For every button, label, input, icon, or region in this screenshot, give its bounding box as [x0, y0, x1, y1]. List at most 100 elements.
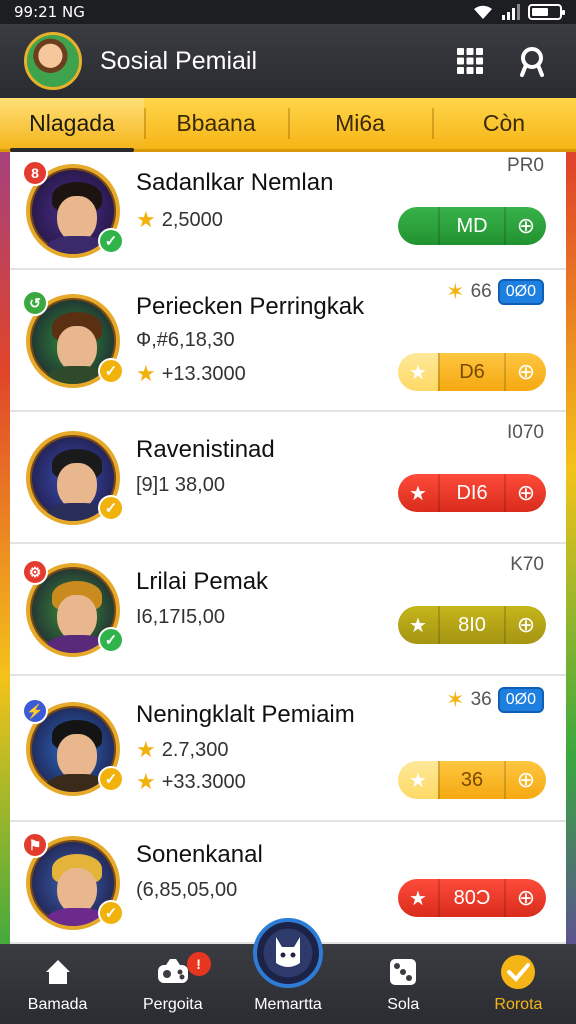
stat-value: Ф,#6,18,30 [136, 329, 235, 351]
player-avatar[interactable]: ✓ [26, 431, 124, 525]
player-avatar[interactable]: 8 ✓ [22, 160, 124, 258]
rank-badge: 8 [22, 160, 48, 186]
action-pill-button[interactable]: ★ 80Ɔ ⊕ [398, 879, 546, 917]
plus-icon: ⊕ [516, 885, 536, 910]
plus-icon: ⊕ [506, 761, 546, 799]
action-pill-button[interactable]: MD ⊕ [398, 207, 546, 245]
tab-0[interactable]: Nlagada [0, 98, 144, 152]
plus-icon: ⊕ [516, 480, 536, 505]
nav-label: Pergoita [143, 996, 203, 1013]
plus-icon: ⊕ [506, 353, 546, 391]
star-icon: ★ [136, 769, 156, 794]
player-avatar[interactable]: ⚡ ✓ [22, 698, 124, 796]
player-stat-secondary: ★ +13.3000 [136, 361, 246, 387]
stat-value: (6,85,05,00 [136, 879, 238, 901]
center-action-button[interactable] [253, 918, 323, 988]
profile-avatar[interactable] [24, 32, 82, 90]
rank-info: ✶ 66 0Ø0 [446, 279, 544, 305]
action-pill-button[interactable]: ★ DI6 ⊕ [398, 474, 546, 512]
mascot-icon [276, 937, 300, 967]
sparkle-icon: ✶ [446, 687, 465, 712]
nav-label: Sola [387, 996, 420, 1013]
player-stat-primary: Ф,#6,18,30 [136, 329, 235, 352]
stat-value: 2,5000 [161, 208, 223, 231]
nav-item-home[interactable]: Bamada [0, 944, 115, 1024]
stat-value: I6,17I5,00 [136, 606, 225, 628]
player-name: Lrilai Pemak [136, 568, 269, 595]
status-bar: 99:21 NG [0, 0, 576, 24]
signal-icon [502, 4, 520, 20]
star-icon: ★ [409, 482, 427, 505]
grid-icon [457, 48, 483, 74]
rank-value: I070 [507, 422, 544, 443]
star-icon: ★ [136, 207, 156, 232]
rank-info: PR0 [507, 155, 544, 177]
player-stat-primary: ★ 2,5000 [136, 207, 223, 233]
nav-item-center[interactable]: Memartta [230, 918, 345, 1024]
player-name: Ravenistinad [136, 436, 275, 463]
controller-icon [157, 959, 188, 983]
search-icon [520, 47, 544, 77]
player-stat-secondary: ★ +33.3000 [136, 769, 246, 795]
nav-label: Bamada [27, 996, 88, 1013]
check-icon [501, 955, 536, 989]
star-icon: ★ [409, 887, 427, 910]
player-list: 8 ✓ Sadanlkar Nemlan ★ 2,5000 PR0 MD ⊕ ↺ [10, 152, 566, 944]
verified-badge: ✓ [98, 627, 124, 653]
rank-badge: ⚑ [22, 832, 48, 858]
status-time: 99:21 NG [14, 3, 85, 21]
stat-value: [9]1 38,00 [136, 474, 225, 496]
nav-label: Rorota [494, 996, 543, 1013]
player-stat-primary: [9]1 38,00 [136, 474, 225, 497]
tab-label: Mi6a [335, 110, 385, 136]
list-item[interactable]: ✓ Ravenistinad [9]1 38,00 I070 ★ DI6 ⊕ [10, 412, 566, 544]
player-name: Periecken Perringkak [136, 293, 365, 320]
tab-label: Còn [482, 110, 526, 136]
nav-item-dice[interactable]: Sola [346, 944, 461, 1024]
grid-menu-button[interactable] [450, 41, 490, 81]
list-item[interactable]: ⚙ ✓ Lrilai Pemak I6,17I5,00 K70 ★ 8I0 ⊕ [10, 544, 566, 676]
player-stat-primary: I6,17I5,00 [136, 606, 225, 629]
action-pill-button[interactable]: ★ 36 ⊕ [398, 761, 546, 799]
rank-value: K70 [510, 554, 544, 575]
bottom-nav: Bamada ! Pergoita Memartta Sola Rorota [0, 918, 576, 1024]
rank-badge: ⚡ [22, 698, 48, 724]
sparkle-icon: ✶ [446, 279, 465, 304]
list-item[interactable]: ↺ ✓ Periecken Perringkak Ф,#6,18,30 ★ +1… [10, 270, 566, 412]
app-header: Sosial Pemiail [0, 24, 576, 98]
stat-value: +13.3000 [161, 362, 246, 385]
player-avatar[interactable]: ⚙ ✓ [22, 559, 124, 657]
verified-badge: ✓ [98, 358, 124, 384]
list-item[interactable]: 8 ✓ Sadanlkar Nemlan ★ 2,5000 PR0 MD ⊕ [10, 152, 566, 270]
rank-info: ✶ 36 0Ø0 [446, 687, 544, 713]
rank-value: 66 [470, 281, 492, 302]
search-button[interactable] [512, 41, 552, 81]
tab-1[interactable]: Bbaana [144, 98, 288, 149]
tab-label: Bbaana [176, 110, 256, 136]
rank-info: I070 [507, 422, 544, 444]
star-icon: ★ [136, 737, 156, 762]
tab-3[interactable]: Còn [432, 98, 576, 149]
nav-item-active[interactable]: Rorota [461, 944, 576, 1024]
notification-badge: ! [186, 952, 211, 976]
list-item[interactable]: ⚡ ✓ Neningklalt Pemiaim ★ 2.7,300 ★ +33.… [10, 676, 566, 822]
nav-item-games[interactable]: ! Pergoita [115, 944, 230, 1024]
verified-badge: ✓ [98, 495, 124, 521]
player-name: Sonenkanal [136, 841, 263, 868]
level-chip: 0Ø0 [497, 279, 544, 305]
rank-badge: ↺ [22, 290, 48, 316]
player-name: Neningklalt Pemiaim [136, 701, 355, 728]
rank-value: 36 [470, 689, 492, 710]
player-avatar[interactable]: ↺ ✓ [22, 290, 124, 388]
tab-2[interactable]: Mi6a [288, 98, 432, 149]
page-title: Sosial Pemiail [100, 46, 258, 75]
action-pill-button[interactable]: ★ 8I0 ⊕ [398, 606, 546, 644]
player-avatar[interactable]: ⚑ ✓ [22, 832, 124, 930]
rank-info: K70 [510, 554, 544, 576]
stat-value: 2.7,300 [161, 738, 229, 761]
rank-value: PR0 [507, 155, 544, 176]
pill-label: D6 [438, 353, 506, 391]
star-icon: ★ [409, 614, 427, 637]
action-pill-button[interactable]: ★ D6 ⊕ [398, 353, 546, 391]
pill-label: MD [438, 207, 506, 245]
